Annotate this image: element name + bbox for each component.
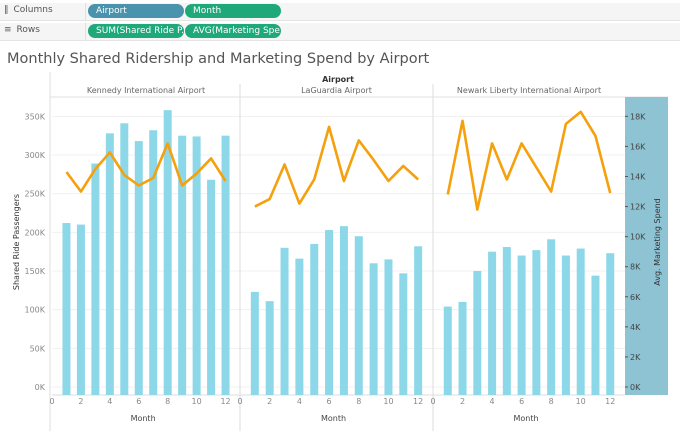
y2-tick-label: 12K [630, 203, 646, 212]
column-header: Airport [322, 75, 354, 84]
y-tick-label: 50K [30, 344, 46, 353]
y2-tick-label: 14K [630, 172, 646, 181]
x-tick-label: 10 [383, 397, 393, 406]
x-axis-label: Month [321, 414, 346, 423]
x-tick-label: 6 [327, 397, 332, 406]
pane-header-2: Newark Liberty International Airport [457, 86, 601, 95]
bar-kennedy-month-2 [76, 224, 85, 395]
bar-laguardia-month-9 [369, 263, 378, 395]
bar-newark-month-6 [517, 255, 526, 395]
y2-tick-label: 18K [630, 112, 646, 121]
bar-newark-month-8 [547, 239, 556, 395]
bar-newark-month-11 [591, 275, 600, 395]
y2-tick-label: 10K [630, 233, 646, 242]
y-tick-label: 100K [24, 306, 45, 315]
y-tick-label: 0K [35, 383, 46, 392]
chart: Airport0K50K100K150K200K250K300K350K0K2K… [12, 72, 668, 431]
bar-laguardia-month-10 [384, 259, 393, 395]
y-tick-label: 350K [24, 112, 45, 121]
bar-kennedy-month-4 [105, 133, 114, 395]
y-tick-label: 300K [24, 151, 45, 160]
x-tick-label: 12 [605, 397, 615, 406]
bar-laguardia-month-4 [295, 258, 304, 395]
x-tick-label: 12 [220, 397, 230, 406]
pane-header-1: LaGuardia Airport [301, 86, 372, 95]
y2-tick-label: 4K [630, 323, 641, 332]
bar-newark-month-2 [458, 301, 467, 395]
x-tick-label: 12 [413, 397, 423, 406]
x-tick-label: 8 [356, 397, 361, 406]
x-tick-label: 4 [107, 397, 112, 406]
bar-kennedy-month-3 [91, 163, 100, 395]
y-tick-label: 200K [24, 228, 45, 237]
y2-axis-label: Avg. Marketing Spend [653, 198, 662, 286]
bar-kennedy-month-5 [120, 123, 129, 395]
bar-laguardia-month-8 [354, 236, 363, 395]
y-axis-label: Shared Ride Passengers [12, 194, 21, 290]
x-tick-label: 0 [49, 397, 54, 406]
pane-header-0: Kennedy International Airport [87, 86, 205, 95]
bar-newark-month-10 [576, 248, 585, 395]
bar-kennedy-month-6 [134, 141, 143, 395]
y2-tick-label: 2K [630, 353, 641, 362]
x-tick-label: 10 [192, 397, 202, 406]
bar-laguardia-month-12 [414, 246, 423, 395]
bar-laguardia-month-6 [325, 230, 334, 395]
x-tick-label: 4 [490, 397, 495, 406]
y-tick-label: 150K [24, 267, 45, 276]
bar-newark-month-1 [443, 306, 452, 395]
x-tick-label: 0 [430, 397, 435, 406]
bar-laguardia-month-11 [399, 273, 408, 395]
bar-newark-month-9 [561, 255, 570, 395]
marketing-line-kennedy [65, 142, 227, 193]
x-tick-label: 6 [136, 397, 141, 406]
y2-tick-label: 8K [630, 263, 641, 272]
bar-newark-month-5 [502, 247, 511, 395]
bar-newark-month-12 [606, 253, 615, 395]
x-tick-label: 10 [576, 397, 586, 406]
x-tick-label: 0 [237, 397, 242, 406]
x-tick-label: 2 [460, 397, 465, 406]
bar-laguardia-month-3 [280, 247, 289, 395]
x-tick-label: 8 [549, 397, 554, 406]
bar-laguardia-month-1 [250, 291, 259, 395]
bar-kennedy-month-1 [62, 223, 71, 395]
bar-laguardia-month-2 [265, 301, 274, 395]
x-tick-label: 6 [519, 397, 524, 406]
bar-newark-month-7 [532, 250, 541, 395]
y2-tick-label: 6K [630, 293, 641, 302]
marketing-line-laguardia [254, 125, 420, 208]
bar-laguardia-month-5 [310, 243, 319, 395]
bar-laguardia-month-7 [339, 226, 348, 395]
x-tick-label: 8 [165, 397, 170, 406]
y-tick-label: 250K [24, 190, 45, 199]
x-axis-label: Month [514, 414, 539, 423]
x-axis-label: Month [131, 414, 156, 423]
y2-tick-label: 16K [630, 142, 646, 151]
x-tick-label: 4 [297, 397, 302, 406]
x-tick-label: 2 [78, 397, 83, 406]
y2-tick-label: 0K [630, 383, 641, 392]
marketing-line-newark [446, 110, 612, 211]
bar-newark-month-4 [488, 251, 497, 395]
bar-kennedy-month-11 [207, 179, 216, 395]
bar-newark-month-3 [473, 271, 482, 395]
x-tick-label: 2 [267, 397, 272, 406]
